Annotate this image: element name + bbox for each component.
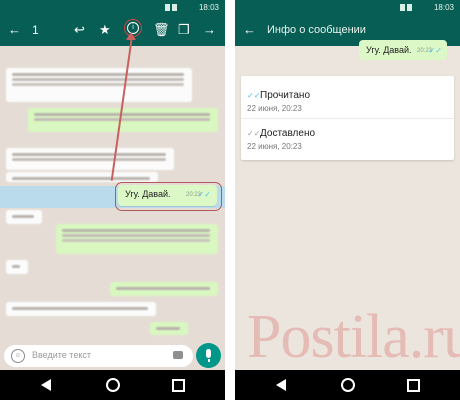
list-item bbox=[150, 322, 188, 335]
star-icon[interactable]: ★ bbox=[99, 23, 111, 37]
list-item bbox=[6, 210, 42, 224]
delivered-ticks-icon: ✓✓ bbox=[247, 129, 261, 138]
message-bubble: Угу. Давай. 20:23 ✓✓ bbox=[359, 40, 447, 60]
copy-icon[interactable]: ❐ bbox=[178, 23, 190, 37]
status-date: 22 июня, 20:23 bbox=[247, 104, 302, 113]
selected-count: 1 bbox=[32, 23, 39, 37]
page-title: Инфо о сообщении bbox=[267, 24, 366, 36]
back-arrow-icon[interactable]: ← bbox=[243, 23, 256, 37]
list-item bbox=[6, 68, 192, 102]
list-item bbox=[6, 148, 174, 170]
emoji-icon[interactable]: ☺ bbox=[11, 349, 25, 363]
mic-icon bbox=[206, 349, 211, 358]
chat-screen: 18:03 ← 1 ↩ ★ 🗑 ❐ → i Угу. Давай. 20:23 … bbox=[0, 0, 225, 400]
nav-back-icon[interactable] bbox=[41, 379, 51, 391]
mic-button[interactable] bbox=[196, 343, 221, 368]
forward-icon[interactable]: → bbox=[203, 23, 216, 37]
delivery-status-card: ✓✓ Прочитано 22 июня, 20:23 ✓✓ Доставлен… bbox=[241, 76, 454, 160]
nav-bar bbox=[0, 370, 225, 400]
signal-icon bbox=[165, 4, 187, 11]
list-item bbox=[28, 108, 218, 132]
selection-toolbar: ← 1 ↩ ★ 🗑 ❐ → bbox=[0, 15, 225, 46]
list-item bbox=[56, 224, 218, 254]
camera-icon[interactable] bbox=[173, 351, 183, 359]
annotation-arrow-head bbox=[126, 32, 136, 40]
status-date: 22 июня, 20:23 bbox=[247, 142, 302, 151]
divider bbox=[241, 118, 454, 119]
nav-recent-icon[interactable] bbox=[172, 379, 185, 392]
annotation-frame bbox=[115, 182, 222, 211]
message-text: Угу. Давай. bbox=[366, 45, 412, 55]
mic-stand bbox=[208, 359, 210, 362]
read-ticks-icon: ✓✓ bbox=[247, 91, 261, 100]
status-bar: 18:03 bbox=[0, 0, 225, 15]
status-bar: 18:03 bbox=[235, 0, 460, 15]
list-item bbox=[6, 302, 156, 316]
watermark: Postila.ru bbox=[247, 303, 460, 371]
nav-home-icon[interactable] bbox=[106, 378, 120, 392]
signal-icon bbox=[400, 4, 422, 11]
nav-recent-icon[interactable] bbox=[407, 379, 420, 392]
nav-home-icon[interactable] bbox=[341, 378, 355, 392]
message-info-screen: 18:03 ← Инфо о сообщении Угу. Давай. 20:… bbox=[235, 0, 460, 400]
reply-icon[interactable]: ↩ bbox=[74, 23, 85, 37]
delete-icon[interactable]: 🗑 bbox=[153, 23, 170, 37]
input-placeholder: Введите текст bbox=[32, 350, 91, 360]
list-item bbox=[110, 282, 218, 296]
list-item bbox=[6, 260, 28, 274]
list-item bbox=[6, 172, 158, 182]
read-ticks-icon: ✓✓ bbox=[428, 46, 442, 55]
status-label: Прочитано bbox=[260, 90, 310, 101]
status-time: 18:03 bbox=[433, 3, 454, 12]
back-arrow-icon[interactable]: ← bbox=[8, 23, 21, 37]
message-input[interactable]: ☺ Введите текст bbox=[4, 345, 193, 367]
nav-back-icon[interactable] bbox=[276, 379, 286, 391]
status-time: 18:03 bbox=[198, 3, 219, 12]
status-label: Доставлено bbox=[260, 128, 316, 139]
nav-bar bbox=[235, 370, 460, 400]
